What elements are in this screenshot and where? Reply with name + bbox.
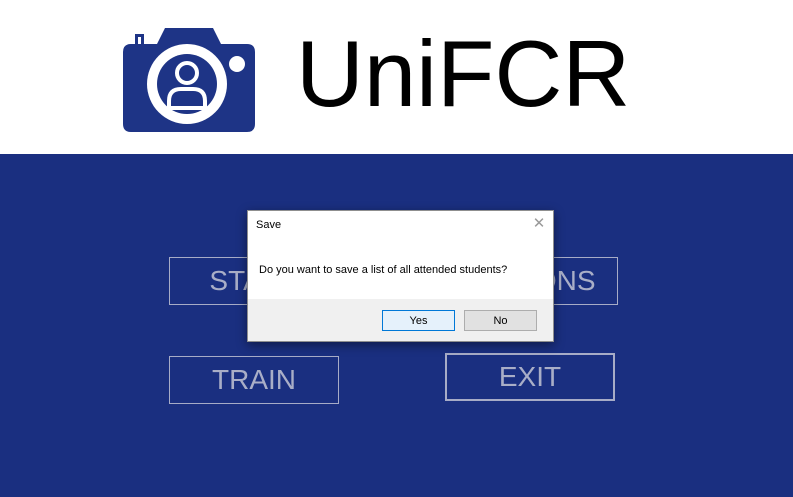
no-button[interactable]: No [464,310,537,331]
save-dialog: Save ✕ Do you want to save a list of all… [247,210,554,342]
yes-button[interactable]: Yes [382,310,455,331]
close-icon[interactable]: ✕ [531,216,547,232]
camera-user-icon [123,28,255,132]
app-title: UniFCR [296,21,631,126]
exit-button[interactable]: EXIT [445,353,615,401]
dialog-title: Save [256,219,282,231]
header: UniFCR [0,0,793,154]
dialog-message: Do you want to save a list of all attend… [259,264,508,276]
train-button[interactable]: TRAIN [169,356,339,404]
dialog-footer: Yes No [248,299,553,341]
